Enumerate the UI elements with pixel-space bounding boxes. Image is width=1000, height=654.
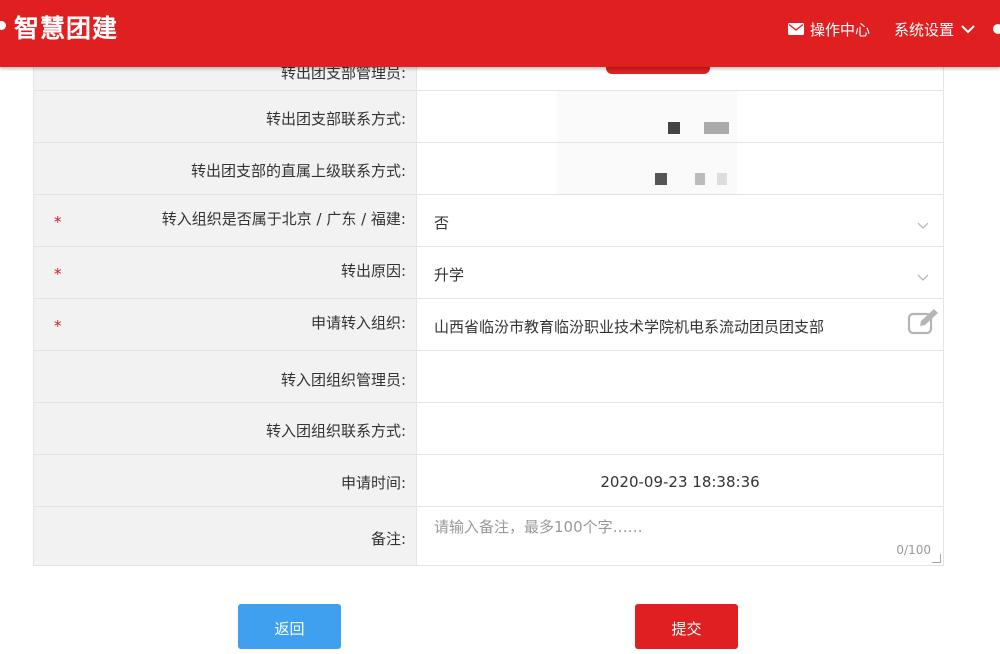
required-mark: * [54, 213, 62, 231]
in-org-contact-value [416, 403, 943, 454]
row-in-special-region: * 转入组织是否属于北京 / 广东 / 福建: 否 [34, 195, 943, 247]
mail-icon [788, 23, 804, 35]
target-org-label: 申请转入组织: [310, 314, 406, 332]
remarks-textarea[interactable]: 请输入备注，最多100个字…… 0/100 [417, 507, 943, 565]
transfer-form: 转出团支部管理员: 转出团支部联系方式: 转出团支部的直属上级联系方式: * 转… [33, 40, 944, 566]
ops-center-link[interactable]: 操作中心 [788, 18, 870, 40]
apply-time-field: 2020-09-23 18:38:36 [416, 455, 943, 506]
apply-time-label: 申请时间: [340, 474, 406, 492]
in-org-contact-label: 转入团组织联系方式: [265, 422, 406, 440]
row-apply-time: 申请时间: 2020-09-23 18:38:36 [34, 455, 943, 507]
row-transfer-reason: * 转出原因: 升学 [34, 247, 943, 299]
chevron-down-icon [917, 216, 929, 234]
redaction-pixel [655, 173, 667, 185]
user-avatar-icon[interactable] [993, 24, 1000, 34]
system-settings-menu[interactable]: 系统设置 [894, 18, 975, 40]
target-org-field: 山西省临汾市教育临汾职业技术学院机电系流动团员团支部 [416, 299, 943, 350]
in-org-admin-value [416, 351, 943, 402]
out-branch-superior-contact-value [416, 143, 943, 194]
row-in-org-contact: 转入团组织联系方式: [34, 403, 943, 455]
brand-dot-icon [0, 21, 6, 30]
back-button[interactable]: 返回 [238, 604, 341, 649]
redaction-pixel [704, 122, 729, 134]
edit-icon[interactable] [907, 308, 941, 340]
out-branch-contact-value [416, 91, 943, 142]
brand-title: 智慧团建 [14, 14, 119, 43]
top-header-bar: 智慧团建 操作中心 系统设置 [0, 0, 1000, 67]
row-remarks: 备注: 请输入备注，最多100个字…… 0/100 [34, 507, 943, 566]
in-special-region-label: 转入组织是否属于北京 / 广东 / 福建: [161, 210, 406, 228]
target-org-value: 山西省临汾市教育临汾职业技术学院机电系流动团员团支部 [434, 318, 825, 336]
row-out-branch-contact: 转出团支部联系方式: [34, 91, 943, 143]
apply-time-value: 2020-09-23 18:38:36 [600, 473, 760, 491]
transfer-reason-selected: 升学 [434, 266, 465, 284]
chevron-down-icon [961, 24, 975, 33]
submit-button[interactable]: 提交 [635, 604, 738, 649]
resize-grip-icon[interactable] [932, 554, 941, 563]
out-branch-superior-contact-label: 转出团支部的直属上级联系方式: [190, 162, 406, 180]
remarks-counter: 0/100 [896, 543, 931, 557]
in-special-region-select[interactable]: 否 [416, 195, 943, 246]
required-mark: * [54, 317, 62, 335]
in-special-region-selected: 否 [434, 214, 450, 232]
remarks-label: 备注: [370, 530, 406, 548]
row-target-org: * 申请转入组织: 山西省临汾市教育临汾职业技术学院机电系流动团员团支部 [34, 299, 943, 351]
required-mark: * [54, 265, 62, 283]
redaction-pixel [717, 173, 727, 185]
system-settings-label: 系统设置 [894, 20, 955, 39]
out-branch-contact-label: 转出团支部联系方式: [265, 110, 406, 128]
transfer-reason-label: 转出原因: [340, 262, 406, 280]
ops-center-label: 操作中心 [810, 20, 871, 39]
redaction-mask [557, 91, 737, 142]
remarks-placeholder: 请输入备注，最多100个字…… [434, 518, 643, 536]
row-out-branch-superior-contact: 转出团支部的直属上级联系方式: [34, 143, 943, 195]
in-org-admin-label: 转入团组织管理员: [280, 371, 406, 389]
redaction-mask [557, 143, 737, 194]
redaction-pixel [668, 122, 680, 134]
transfer-reason-select[interactable]: 升学 [416, 247, 943, 298]
chevron-down-icon [917, 268, 929, 286]
redaction-pixel [695, 173, 705, 185]
row-in-org-admin: 转入团组织管理员: [34, 351, 943, 403]
